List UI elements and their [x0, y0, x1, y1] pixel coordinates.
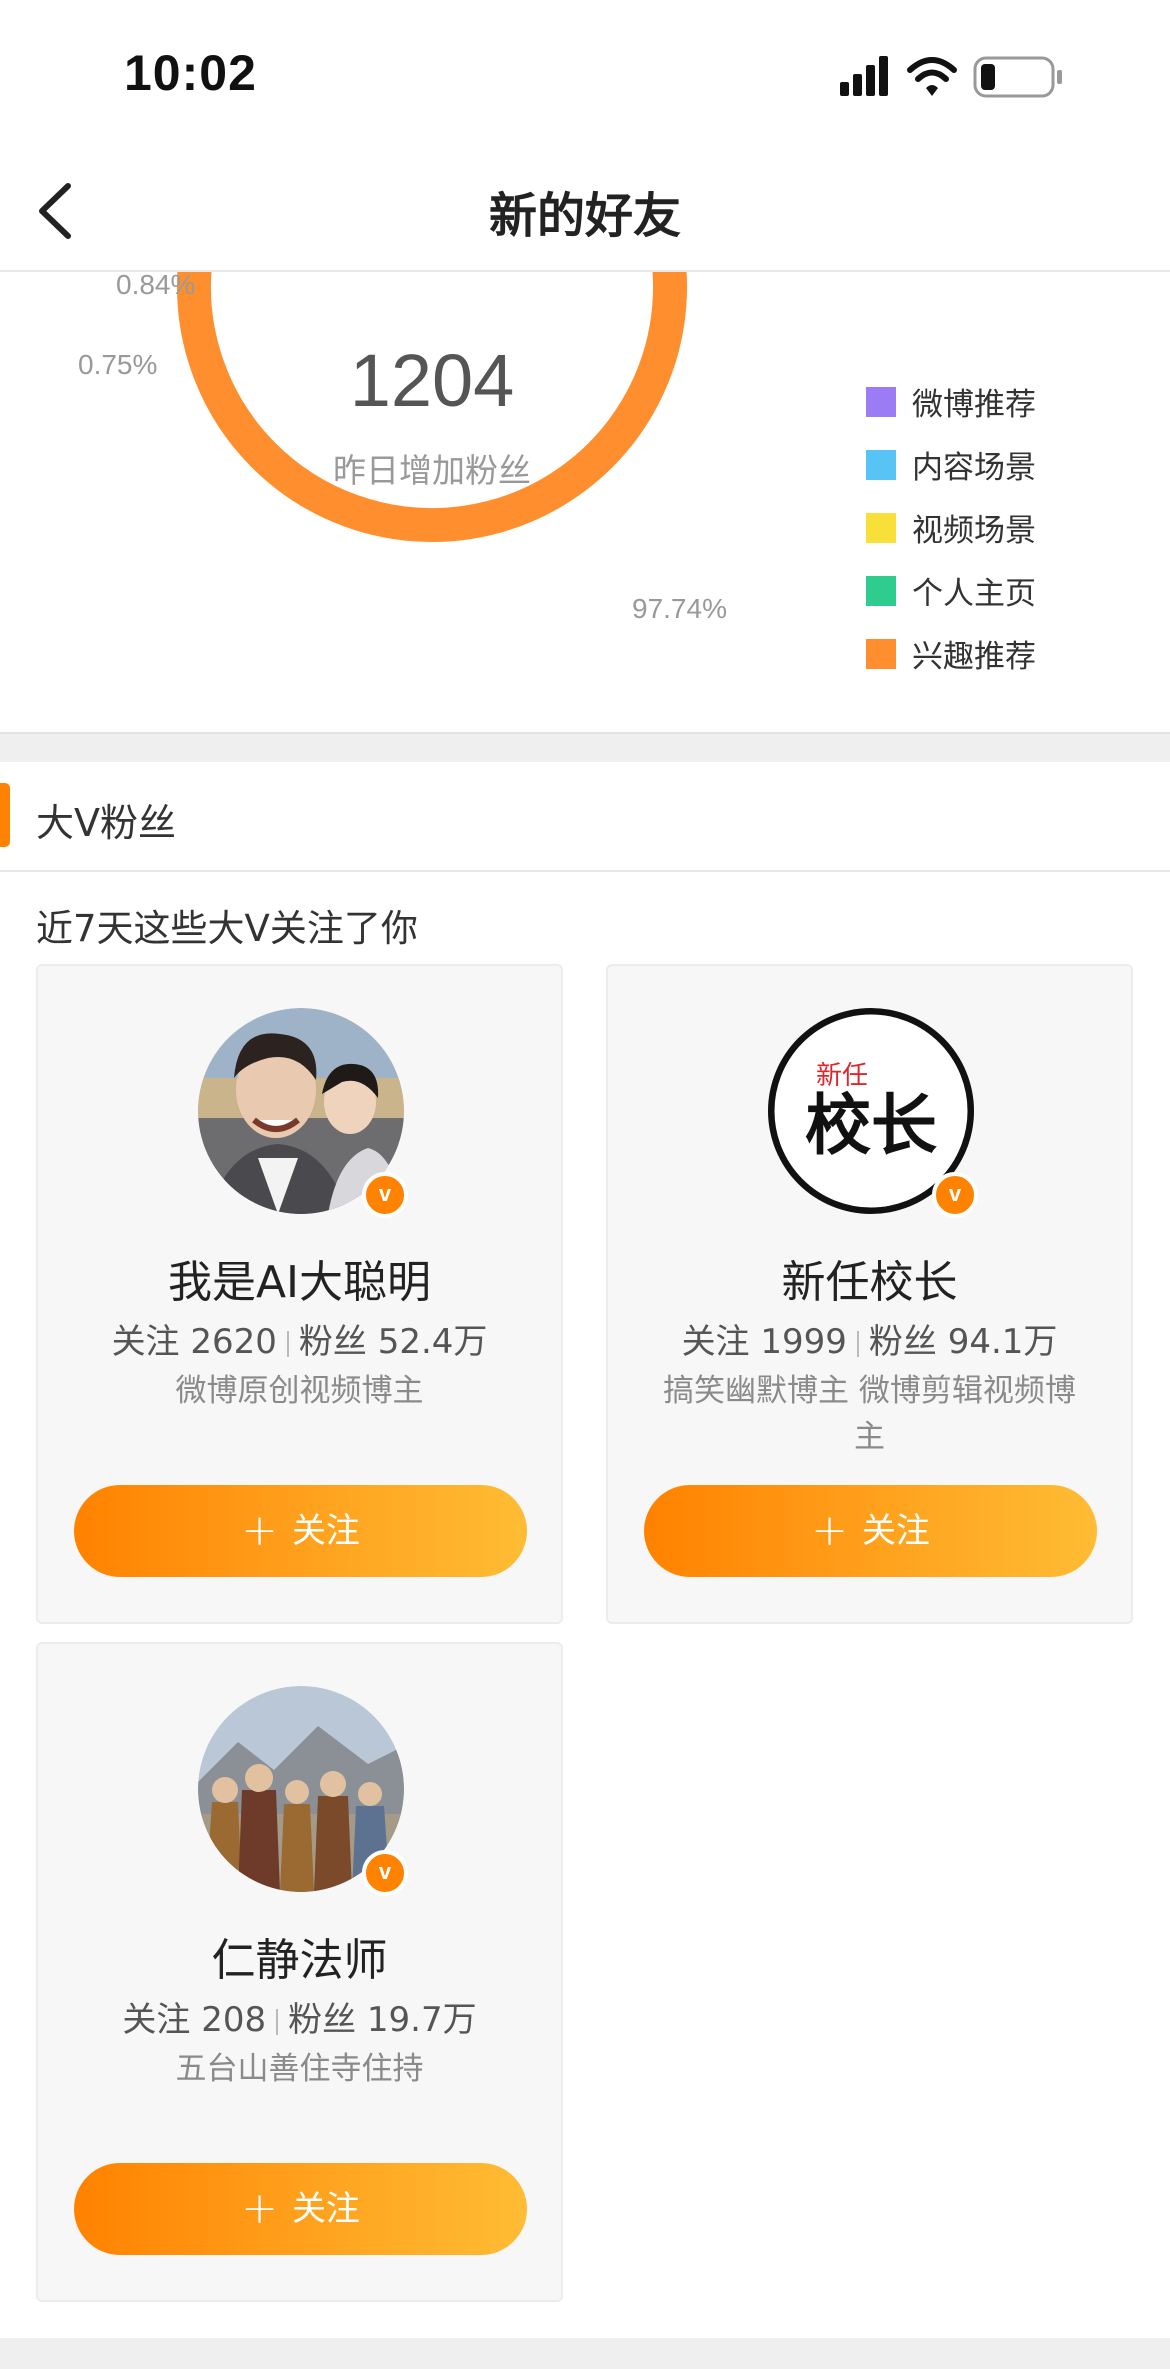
- legend-label: 视频场景: [912, 513, 1036, 549]
- user-description: 五台山善住寺住持: [175, 2051, 424, 2087]
- verified-v-icon: v: [932, 1172, 978, 1218]
- follow-label: 关注: [111, 1322, 180, 1362]
- user-stats: 关注 2620 粉丝 52.4万: [38, 1314, 561, 1363]
- follow-button[interactable]: + 关注: [74, 1485, 527, 1577]
- user-stats: 关注 1999 粉丝 94.1万: [608, 1314, 1131, 1363]
- fans-count: 94.1万: [947, 1322, 1058, 1362]
- status-time: 10:02: [124, 45, 257, 101]
- plus-icon: +: [241, 1505, 278, 1556]
- plus-icon: +: [811, 1505, 848, 1556]
- legend-item: 微博推荐: [866, 370, 1036, 433]
- donut-label-content: 0.84%: [116, 272, 195, 300]
- chart-legend: 微博推荐 内容场景 视频场景 个人主页 兴趣推荐: [866, 370, 1036, 685]
- battery-icon: [973, 56, 1062, 98]
- verified-v-icon: v: [362, 1850, 408, 1896]
- donut-center-label: 昨日增加粉丝: [333, 451, 531, 490]
- legend-swatch: [866, 512, 896, 543]
- user-card[interactable]: 新任 校长 v 新任校长 关注 1999 粉丝 94.1万 搞笑幽默博主 微博剪辑…: [606, 964, 1133, 1624]
- wifi-icon: [907, 57, 957, 96]
- legend-label: 兴趣推荐: [912, 639, 1036, 675]
- legend-item: 兴趣推荐: [866, 622, 1036, 685]
- legend-item: 个人主页: [866, 559, 1036, 622]
- section-header: 大V粉丝: [0, 762, 1170, 872]
- donut-center-value: 1204: [350, 339, 515, 422]
- follow-label: 关注: [122, 2000, 191, 2040]
- fans-label: 粉丝: [298, 1322, 367, 1362]
- follow-button-label: 关注: [291, 1511, 360, 1551]
- legend-label: 微博推荐: [912, 387, 1036, 423]
- follow-button-label: 关注: [861, 1511, 930, 1551]
- follow-button-label: 关注: [291, 2189, 360, 2229]
- section-divider: [0, 732, 1170, 762]
- signal-icon: [840, 56, 888, 96]
- donut-label-weibo: 0.75%: [78, 349, 157, 380]
- fans-label: 粉丝: [868, 1322, 937, 1362]
- stats-separator: [856, 1330, 859, 1357]
- follow-label: 关注: [681, 1322, 750, 1362]
- follow-count: 1999: [760, 1322, 847, 1362]
- fans-count: 19.7万: [366, 2000, 477, 2040]
- legend-swatch: [866, 575, 896, 606]
- user-card[interactable]: v 我是AI大聪明 关注 2620 粉丝 52.4万 微博原创视频博主 + 关注: [36, 964, 563, 1624]
- donut-label-interest: 97.74%: [632, 593, 727, 624]
- status-icons: [840, 56, 1062, 98]
- fans-count: 52.4万: [377, 1322, 488, 1362]
- page-title: 新的好友: [488, 188, 681, 244]
- legend-item: 内容场景: [866, 433, 1036, 496]
- section-accent-bar: [0, 783, 10, 847]
- legend-item: 视频场景: [866, 496, 1036, 559]
- fans-label: 粉丝: [288, 2000, 357, 2040]
- legend-swatch: [866, 386, 896, 417]
- logo-big-text: 校长: [805, 1087, 937, 1164]
- stats-separator: [286, 1330, 289, 1357]
- legend-swatch: [866, 638, 896, 669]
- bottom-divider: [0, 2338, 1170, 2369]
- legend-label: 个人主页: [912, 576, 1036, 612]
- user-name[interactable]: 仁静法师: [38, 1924, 561, 1988]
- user-name[interactable]: 新任校长: [608, 1246, 1131, 1310]
- stats-separator: [276, 2008, 279, 2035]
- avatar-wrap[interactable]: v: [198, 1686, 408, 1896]
- status-bar: 10:02: [0, 0, 1170, 150]
- plus-icon: +: [241, 2183, 278, 2234]
- user-description: 搞笑幽默博主 微博剪辑视频博主: [663, 1373, 1076, 1455]
- user-name[interactable]: 我是AI大聪明: [38, 1246, 561, 1310]
- user-card[interactable]: v 仁静法师 关注 208 粉丝 19.7万 五台山善住寺住持 + 关注: [36, 1642, 563, 2302]
- user-stats: 关注 208 粉丝 19.7万: [38, 1992, 561, 2041]
- section-title: 大V粉丝: [36, 801, 176, 845]
- section-subtitle: 近7天这些大V关注了你: [36, 907, 418, 950]
- verified-v-icon: v: [362, 1172, 408, 1218]
- avatar-wrap[interactable]: 新任 校长 v: [767, 1007, 978, 1218]
- avatar-wrap[interactable]: v: [198, 1008, 408, 1218]
- follow-count: 2620: [190, 1322, 277, 1362]
- user-description: 微博原创视频博主: [175, 1373, 424, 1409]
- follow-button[interactable]: + 关注: [74, 2163, 527, 2255]
- follow-button[interactable]: + 关注: [644, 1485, 1097, 1577]
- legend-label: 内容场景: [912, 450, 1036, 486]
- follow-count: 208: [201, 2000, 267, 2040]
- nav-bar: 新的好友: [0, 150, 1170, 272]
- legend-swatch: [866, 449, 896, 480]
